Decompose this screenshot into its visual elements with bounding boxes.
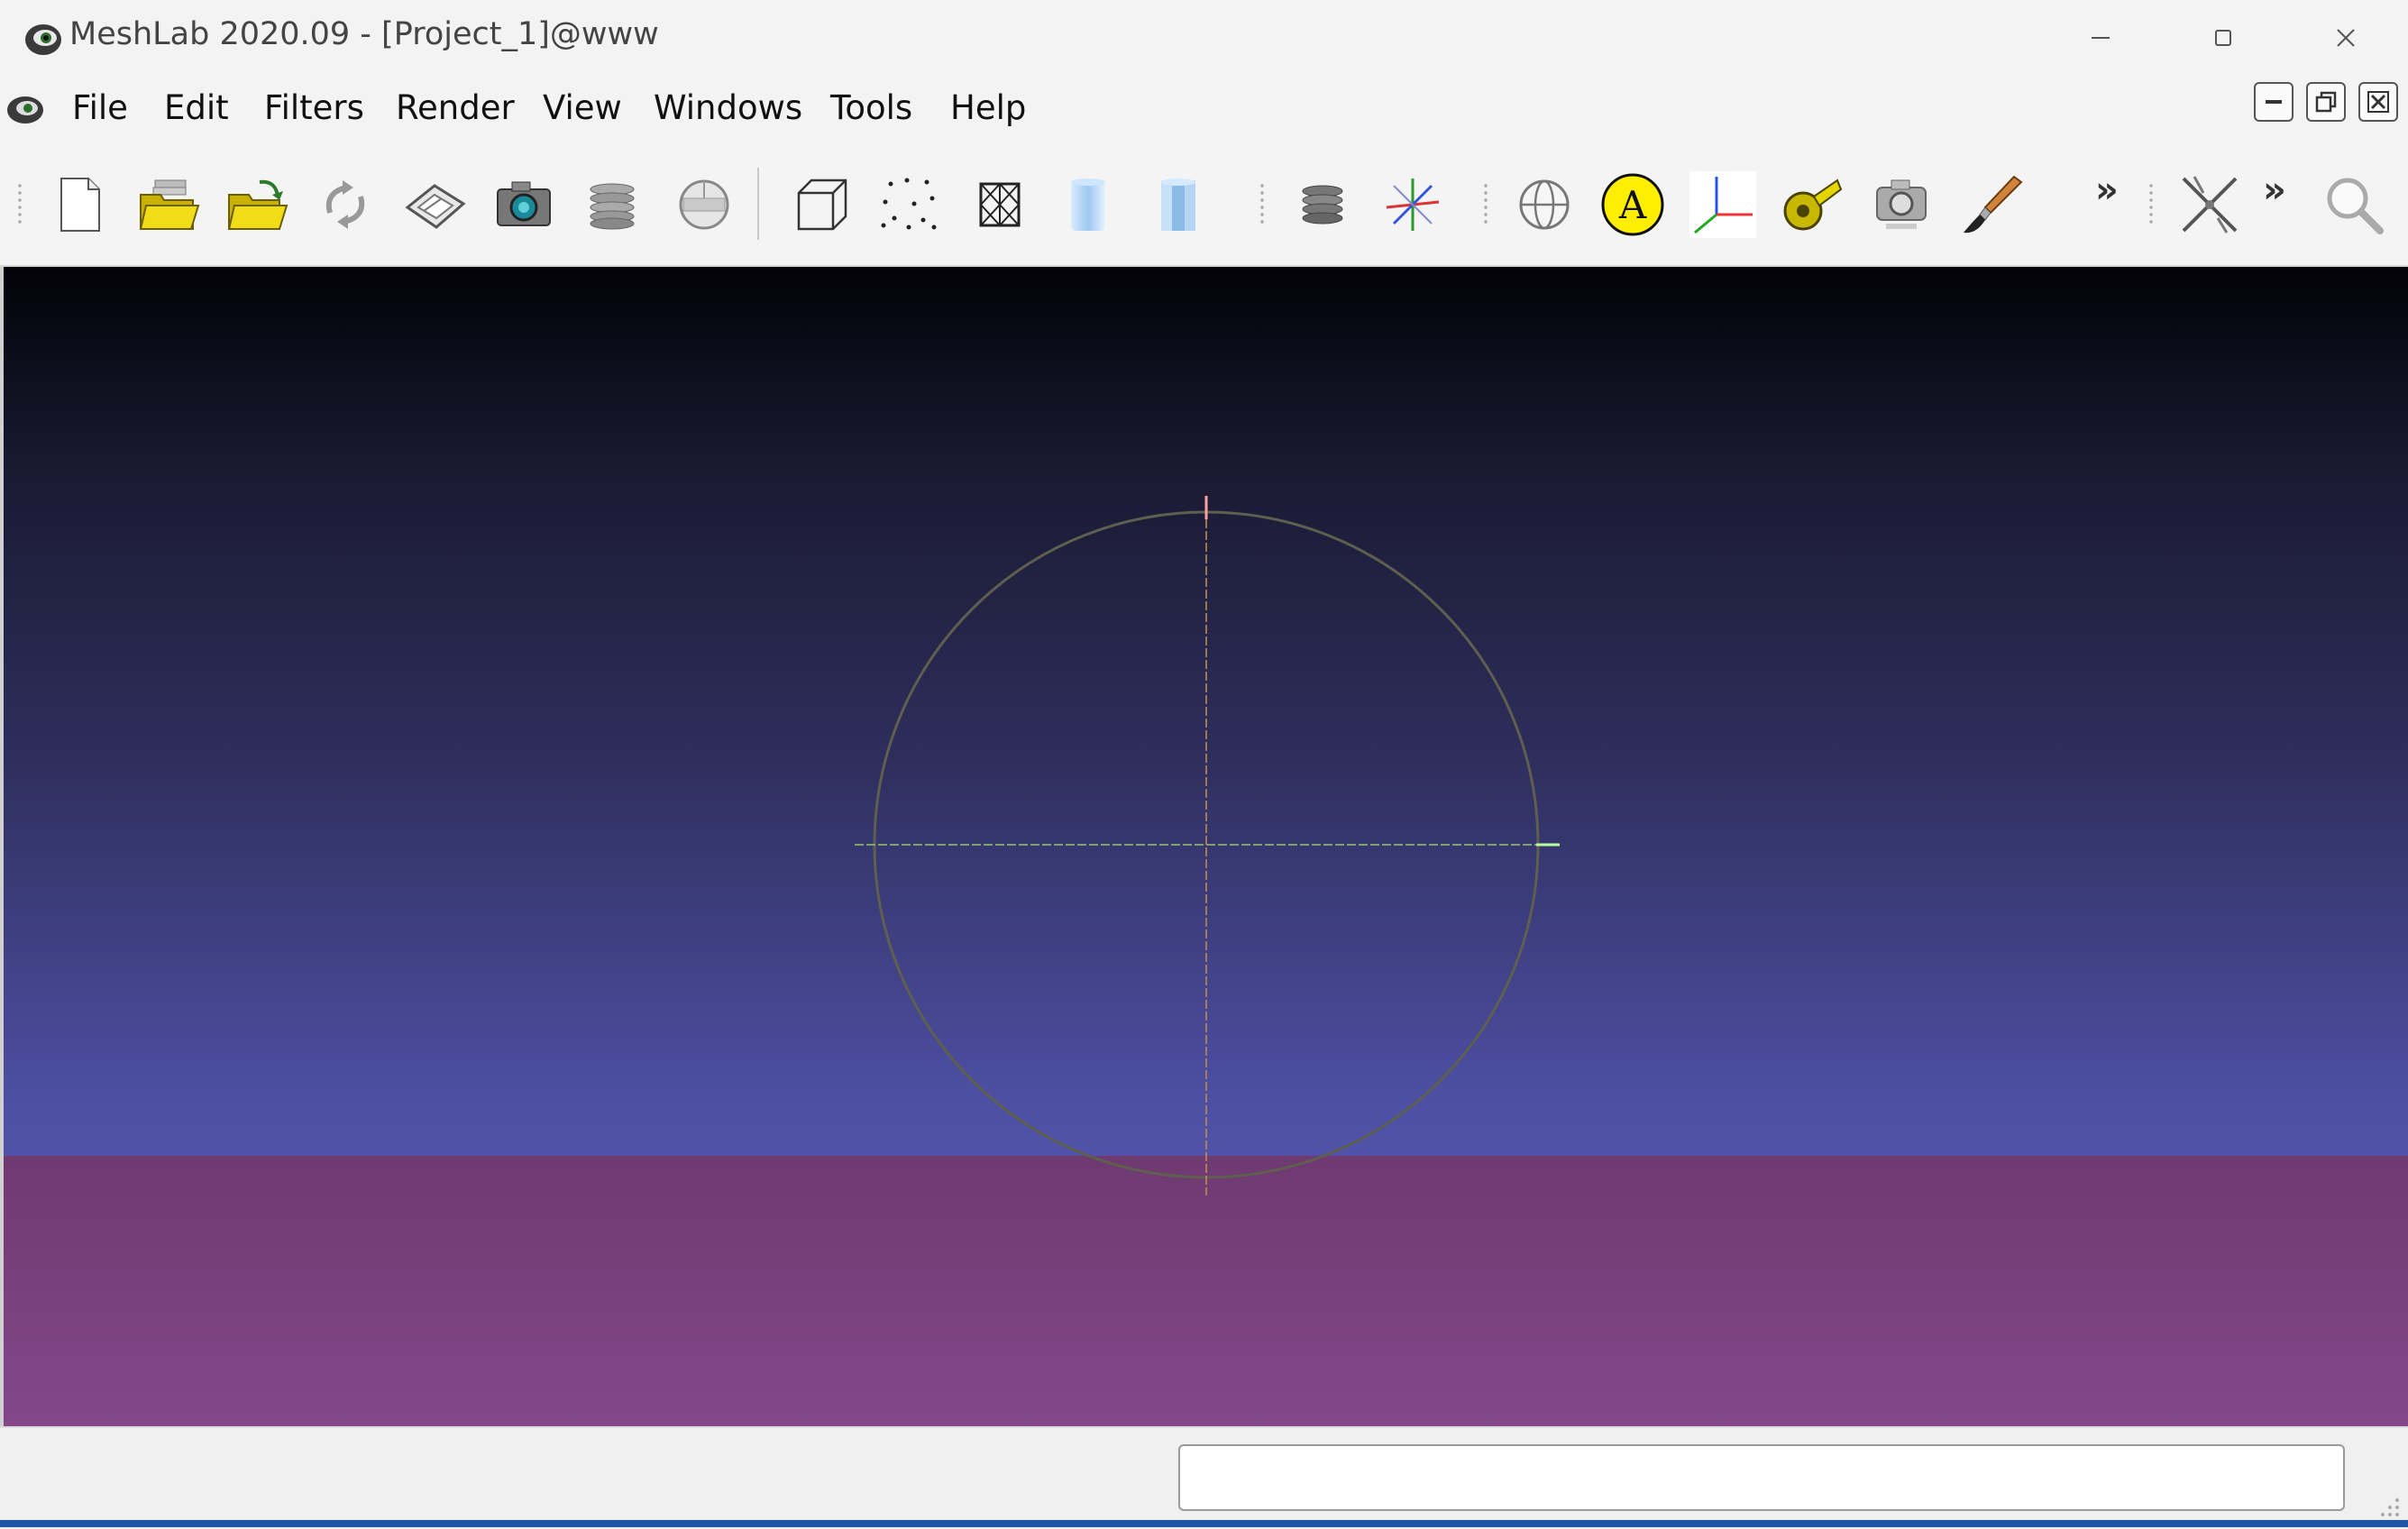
open-project-button[interactable] [135, 171, 202, 238]
status-bar [0, 1426, 2408, 1529]
wireframe-icon [979, 182, 1021, 227]
document-logo-icon [5, 88, 45, 128]
align-axis-button[interactable] [1689, 171, 1756, 238]
raster-alignment-icon [1876, 179, 1927, 229]
mdi-close-button[interactable] [2358, 82, 2398, 122]
paint-brush-button[interactable] [1958, 171, 2025, 238]
menu-bar: File Edit Filters Render View Windows To… [0, 76, 2408, 141]
annotation-icon: A [1601, 173, 1664, 236]
close-icon [2367, 91, 2389, 113]
mdi-restore-button[interactable] [2306, 82, 2346, 122]
annotation-button[interactable]: A [1599, 171, 1666, 238]
smooth-icon [1071, 179, 1105, 231]
menu-render[interactable]: Render [390, 87, 520, 129]
raster-icon [679, 179, 729, 230]
select-vertices-button[interactable] [2176, 171, 2243, 238]
bounding-box-icon [797, 179, 847, 231]
main-toolbar: A » » [0, 141, 2408, 267]
show-axis-icon [1386, 179, 1440, 231]
zoom-button[interactable] [2321, 171, 2387, 238]
raster-button[interactable] [671, 171, 737, 238]
new-project-icon [60, 178, 100, 232]
import-mesh-icon [227, 179, 288, 230]
svg-text:A: A [1618, 183, 1647, 227]
zoom-icon [2327, 178, 2384, 234]
new-project-button[interactable] [47, 171, 114, 238]
status-message-field [1178, 1444, 2345, 1511]
menu-edit[interactable]: Edit [159, 87, 234, 129]
minimize-icon [2092, 37, 2110, 39]
wireframe-button[interactable] [966, 171, 1033, 238]
toolbar-handle[interactable] [16, 182, 23, 227]
toolbar-separator [757, 168, 759, 240]
menu-tools[interactable]: Tools [825, 87, 918, 129]
measure-tape-icon [1783, 179, 1843, 231]
trackball-globe-button[interactable] [1511, 171, 1578, 238]
maximize-button[interactable] [2162, 9, 2284, 67]
reload-icon [325, 180, 365, 229]
paint-brush-icon [1964, 175, 2023, 233]
snapshot-icon [497, 181, 551, 226]
align-axis-icon [1689, 171, 1756, 238]
reload-button[interactable] [312, 171, 379, 238]
layers-button[interactable] [579, 171, 645, 238]
menu-windows[interactable]: Windows [648, 87, 808, 129]
select-vertices-icon [2182, 176, 2238, 233]
toolbar-handle[interactable] [1259, 182, 1266, 227]
mdi-minimize-button[interactable] [2254, 82, 2294, 122]
points-icon [881, 178, 937, 230]
flat-icon [1161, 179, 1195, 231]
title-bar: MeshLab 2020.09 - [Project_1]@www [0, 0, 2408, 76]
toolbar-overflow-button[interactable]: » [2263, 169, 2286, 211]
open-project-icon [139, 179, 200, 230]
minimize-button[interactable] [2039, 9, 2162, 67]
raster-alignment-button[interactable] [1868, 171, 1935, 238]
menu-view[interactable]: View [537, 87, 627, 129]
close-button[interactable] [2284, 9, 2407, 67]
menu-file[interactable]: File [67, 87, 133, 129]
import-mesh-button[interactable] [224, 171, 290, 238]
flat-shading-button[interactable] [1145, 171, 1212, 238]
show-layers-icon [1302, 185, 1343, 224]
restore-icon [2315, 91, 2337, 113]
size-grip-icon[interactable] [2372, 1493, 2401, 1522]
show-layers-button[interactable] [1289, 171, 1356, 238]
trackball-gizmo[interactable] [4, 267, 2408, 1426]
show-axis-button[interactable] [1379, 171, 1446, 238]
smooth-shading-button[interactable] [1055, 171, 1122, 238]
menu-help[interactable]: Help [945, 87, 1031, 129]
minimize-icon [2266, 100, 2282, 104]
layers-icon [590, 183, 635, 230]
export-mesh-icon [405, 184, 466, 229]
snapshot-button[interactable] [490, 171, 557, 238]
bounding-box-button[interactable] [788, 171, 855, 238]
3d-viewport[interactable] [0, 267, 2408, 1426]
export-mesh-button[interactable] [402, 171, 469, 238]
desktop-edge [0, 1520, 2408, 1527]
toolbar-handle[interactable] [1482, 182, 1489, 227]
toolbar-overflow-button[interactable]: » [2095, 169, 2119, 211]
window-title: MeshLab 2020.09 - [Project_1]@www [69, 16, 659, 52]
points-button[interactable] [876, 171, 943, 238]
menu-filters[interactable]: Filters [259, 87, 370, 129]
trackball-globe-icon [1519, 179, 1570, 230]
measure-tape-button[interactable] [1778, 171, 1845, 238]
close-icon [2337, 29, 2355, 47]
toolbar-handle[interactable] [2147, 182, 2155, 227]
maximize-icon [2215, 30, 2231, 46]
meshlab-logo-icon [23, 18, 63, 58]
